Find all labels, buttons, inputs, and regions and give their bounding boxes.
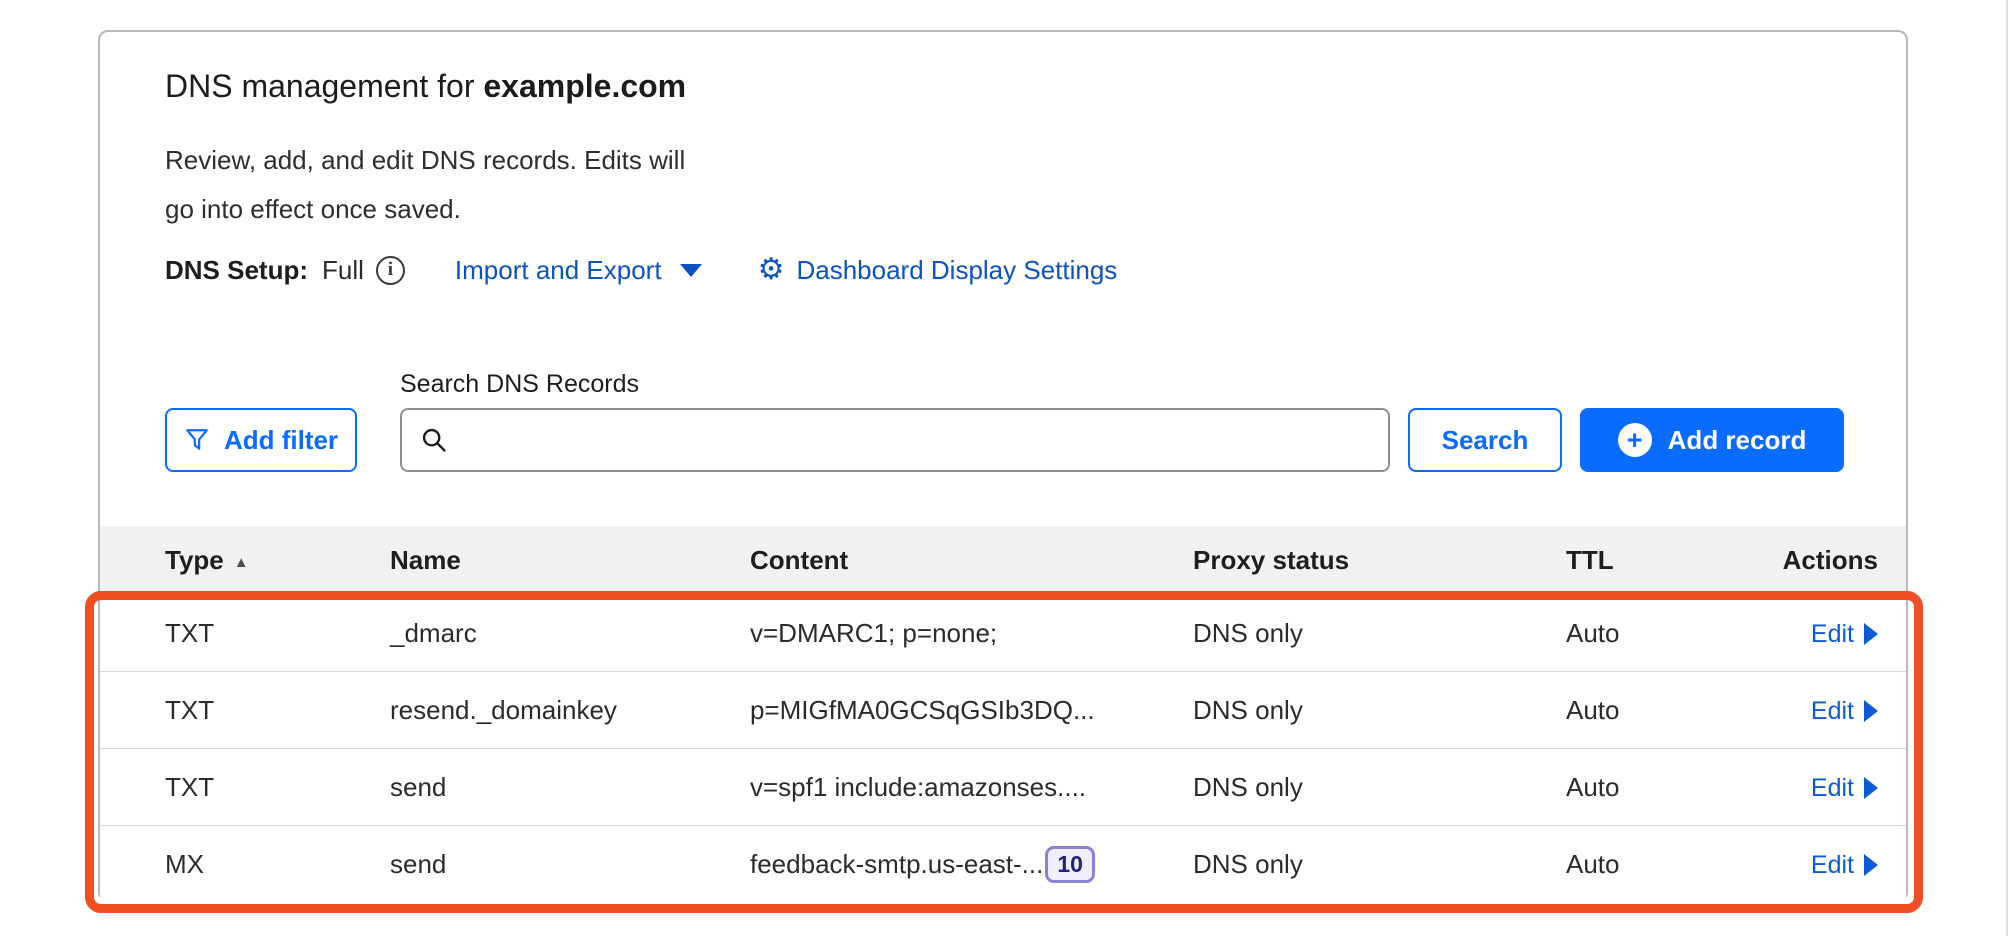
- cell-actions: Edit: [1750, 772, 1878, 803]
- cell-proxy-status: DNS only: [1193, 618, 1566, 649]
- column-header-ttl: TTL: [1566, 545, 1750, 576]
- import-export-link[interactable]: Import and Export: [455, 255, 702, 286]
- cell-content: v=DMARC1; p=none;: [750, 618, 1193, 649]
- table-row: TXT send v=spf1 include:amazonses.... DN…: [100, 748, 1906, 825]
- filter-icon: [184, 427, 210, 453]
- cell-name: resend._domainkey: [390, 695, 750, 726]
- dashboard-display-settings-link[interactable]: Dashboard Display Settings: [796, 255, 1117, 286]
- edit-link[interactable]: Edit: [1811, 774, 1878, 803]
- dns-setup-value: Full: [322, 255, 364, 286]
- column-header-type-label: Type: [165, 545, 224, 575]
- edit-link[interactable]: Edit: [1811, 620, 1878, 649]
- edit-link[interactable]: Edit: [1811, 851, 1878, 880]
- cell-actions: Edit: [1750, 618, 1878, 649]
- cell-content: feedback-smtp.us-east-... 10: [750, 846, 1193, 883]
- dns-setup-row: DNS Setup: Full i Import and Export ⚙ Da…: [165, 248, 1117, 292]
- cell-name: send: [390, 772, 750, 803]
- page-subtitle-line2: go into effect once saved.: [165, 185, 685, 234]
- dashboard-display-settings-label: Dashboard Display Settings: [796, 255, 1117, 286]
- cell-content-text: v=DMARC1; p=none;: [750, 618, 997, 649]
- cell-content: v=spf1 include:amazonses....: [750, 772, 1193, 803]
- dns-management-card: DNS management for example.com Review, a…: [98, 30, 1908, 902]
- cell-actions: Edit: [1750, 849, 1878, 880]
- page-title-domain: example.com: [483, 68, 686, 104]
- add-filter-label: Add filter: [224, 425, 338, 456]
- table-row: MX send feedback-smtp.us-east-... 10 DNS…: [100, 825, 1906, 902]
- search-input-container: [400, 408, 1390, 472]
- search-records-label: Search DNS Records: [400, 370, 639, 399]
- page-subtitle-line1: Review, add, and edit DNS records. Edits…: [165, 136, 685, 185]
- dns-records-table: Type ▲ Name Content Proxy status TTL Acti…: [100, 526, 1906, 902]
- priority-badge: 10: [1045, 846, 1095, 883]
- table-row: TXT _dmarc v=DMARC1; p=none; DNS only Au…: [100, 594, 1906, 671]
- search-icon: [420, 426, 448, 454]
- cell-proxy-status: DNS only: [1193, 772, 1566, 803]
- cell-content-text: v=spf1 include:amazonses....: [750, 772, 1086, 803]
- cell-ttl: Auto: [1566, 695, 1750, 726]
- column-header-type[interactable]: Type ▲: [165, 545, 390, 576]
- cell-content-text: feedback-smtp.us-east-...: [750, 849, 1043, 880]
- add-record-label: Add record: [1668, 425, 1807, 456]
- edit-link-label: Edit: [1811, 697, 1854, 726]
- edit-link-label: Edit: [1811, 620, 1854, 649]
- column-header-actions: Actions: [1750, 545, 1878, 576]
- import-export-label: Import and Export: [455, 255, 662, 286]
- cell-proxy-status: DNS only: [1193, 849, 1566, 880]
- add-filter-button[interactable]: Add filter: [165, 408, 357, 472]
- page-subtitle: Review, add, and edit DNS records. Edits…: [165, 136, 685, 234]
- plus-icon: +: [1618, 423, 1652, 457]
- search-input[interactable]: [462, 426, 1370, 455]
- sort-ascending-icon: ▲: [234, 554, 249, 571]
- column-header-content: Content: [750, 545, 1193, 576]
- table-row: TXT resend._domainkey p=MIGfMA0GCSqGSIb3…: [100, 671, 1906, 748]
- edit-link[interactable]: Edit: [1811, 697, 1878, 726]
- cell-ttl: Auto: [1566, 618, 1750, 649]
- cell-content: p=MIGfMA0GCSqGSIb3DQ...: [750, 695, 1193, 726]
- edit-link-label: Edit: [1811, 774, 1854, 803]
- table-body: TXT _dmarc v=DMARC1; p=none; DNS only Au…: [100, 594, 1906, 902]
- cell-ttl: Auto: [1566, 772, 1750, 803]
- search-controls: Add filter Search + Add record: [100, 408, 1906, 474]
- cell-type: TXT: [165, 618, 390, 649]
- dns-setup-label: DNS Setup:: [165, 255, 308, 286]
- chevron-right-icon: [1864, 854, 1878, 876]
- gear-icon: ⚙: [758, 255, 785, 285]
- cell-content-text: p=MIGfMA0GCSqGSIb3DQ...: [750, 695, 1095, 726]
- column-header-proxy-status: Proxy status: [1193, 545, 1566, 576]
- search-button-label: Search: [1442, 425, 1529, 456]
- cell-actions: Edit: [1750, 695, 1878, 726]
- page-title-prefix: DNS management for: [165, 68, 483, 104]
- column-header-name: Name: [390, 545, 750, 576]
- cell-ttl: Auto: [1566, 849, 1750, 880]
- cell-name: send: [390, 849, 750, 880]
- add-record-button[interactable]: + Add record: [1580, 408, 1844, 472]
- chevron-right-icon: [1864, 623, 1878, 645]
- cell-type: TXT: [165, 695, 390, 726]
- info-icon[interactable]: i: [376, 256, 405, 285]
- table-header-row: Type ▲ Name Content Proxy status TTL Acti…: [100, 526, 1906, 594]
- cell-name: _dmarc: [390, 618, 750, 649]
- chevron-down-icon: [680, 264, 702, 277]
- page-title: DNS management for example.com: [165, 68, 686, 105]
- cell-type: TXT: [165, 772, 390, 803]
- edit-link-label: Edit: [1811, 851, 1854, 880]
- page-edge-divider: [2006, 0, 2008, 936]
- chevron-right-icon: [1864, 700, 1878, 722]
- cell-type: MX: [165, 849, 390, 880]
- cell-proxy-status: DNS only: [1193, 695, 1566, 726]
- search-button[interactable]: Search: [1408, 408, 1562, 472]
- chevron-right-icon: [1864, 777, 1878, 799]
